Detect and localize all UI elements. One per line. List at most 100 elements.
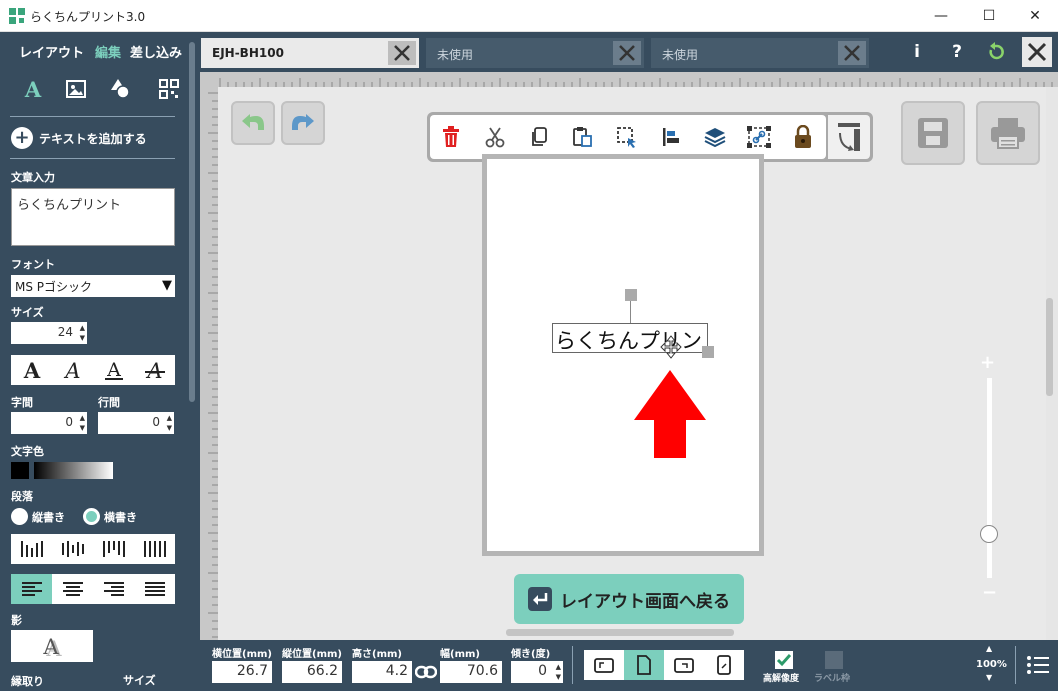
close-tab-icon[interactable] — [838, 41, 866, 65]
delete-icon[interactable] — [435, 121, 467, 153]
text-color-swatch[interactable] — [11, 462, 29, 479]
strikethrough-button[interactable]: A — [134, 355, 175, 385]
label-frame-checkbox[interactable] — [825, 651, 843, 669]
maximize-button[interactable]: ☐ — [966, 0, 1012, 32]
exit-arrow-icon[interactable] — [984, 40, 1010, 64]
horizontal-scrollbar[interactable] — [506, 629, 734, 636]
text-icon[interactable]: A — [18, 74, 48, 104]
return-arrow-icon — [528, 587, 552, 611]
save-button[interactable] — [901, 101, 965, 165]
text-input[interactable]: らくちんプリント — [11, 188, 175, 246]
tab-unused-1[interactable]: 未使用 — [426, 38, 644, 68]
tab-layout[interactable]: レイアウト — [19, 42, 84, 61]
zoom-in-icon[interactable]: + — [980, 352, 995, 373]
close-tab-icon[interactable] — [613, 41, 641, 65]
char-spacing-stepper[interactable]: 0 ▲ ▼ — [11, 412, 87, 434]
lock-icon[interactable] — [787, 121, 819, 153]
line-spacing-label: 行間 — [98, 396, 120, 409]
label-paper[interactable] — [482, 154, 764, 556]
align-right-bars-icon[interactable] — [93, 534, 134, 564]
zoom-slider-track[interactable] — [987, 378, 992, 578]
rotate-right-icon[interactable] — [664, 650, 704, 680]
align-justify-icon[interactable] — [134, 574, 175, 604]
horizontal-label: 横書き — [104, 510, 137, 524]
radio-vertical[interactable]: 縦書き — [11, 508, 65, 525]
stepper-arrows-icon[interactable]: ▲ ▼ — [556, 662, 561, 682]
align-object-icon[interactable] — [655, 121, 687, 153]
zoom-out-icon[interactable]: − — [982, 582, 997, 603]
font-select[interactable]: MS Pゴシック ▼ — [11, 275, 175, 297]
qrcode-icon[interactable] — [154, 74, 184, 104]
info-icon[interactable]: i — [904, 40, 930, 64]
vertical-scrollbar[interactable] — [1046, 298, 1053, 396]
radio-horizontal[interactable]: 横書き — [83, 508, 137, 525]
tab-edit[interactable]: 編集 — [95, 42, 121, 61]
back-to-layout-button[interactable]: レイアウト画面へ戻る — [514, 574, 744, 624]
orientation-buttons — [584, 650, 744, 680]
angle-stepper[interactable]: 0 ▲ ▼ — [511, 661, 563, 683]
tab-merge[interactable]: 差し込み — [130, 42, 182, 61]
dropdown-arrow-icon: ▼ — [162, 278, 172, 293]
resize-handle[interactable] — [702, 346, 714, 358]
size-value: 24 — [57, 325, 73, 339]
line-spacing-stepper[interactable]: 0 ▲ ▼ — [98, 412, 174, 434]
bold-button[interactable]: A — [11, 355, 52, 385]
size-stepper[interactable]: 24 ▲ ▼ — [11, 322, 87, 344]
menu-list-icon[interactable] — [1026, 654, 1050, 676]
rotation-handle[interactable] — [625, 289, 637, 301]
aspect-link-icon[interactable] — [415, 665, 437, 679]
color-gradient-picker[interactable] — [34, 462, 113, 479]
italic-button[interactable]: A — [52, 355, 93, 385]
stepper-arrows-icon[interactable]: ▲ ▼ — [80, 413, 85, 433]
scissors-icon[interactable] — [479, 121, 511, 153]
x-position-field[interactable]: 26.7 — [212, 661, 272, 683]
add-text-button[interactable]: + テキストを追加する — [11, 127, 147, 149]
underline-button[interactable]: A — [93, 355, 134, 385]
zoom-down-arrow-icon[interactable]: ▼ — [986, 673, 992, 682]
select-area-icon[interactable] — [611, 121, 643, 153]
portrait-icon[interactable] — [624, 650, 664, 680]
panel-divider — [10, 158, 175, 159]
copy-icon[interactable] — [523, 121, 555, 153]
hires-checkbox[interactable] — [774, 650, 794, 670]
shape-icon[interactable] — [106, 74, 136, 104]
tab-unused-2[interactable]: 未使用 — [651, 38, 869, 68]
justify-bars-icon[interactable] — [134, 534, 175, 564]
group-link-icon[interactable] — [743, 121, 775, 153]
angle-label: 傾き(度) — [511, 649, 551, 660]
text-object[interactable]: らくちんプリント — [552, 323, 708, 353]
image-icon[interactable] — [61, 74, 91, 104]
move-cursor-icon — [660, 335, 682, 359]
zoom-slider-knob[interactable] — [980, 525, 998, 543]
close-tab-icon[interactable] — [388, 41, 416, 65]
print-button[interactable] — [976, 101, 1040, 165]
close-app-icon[interactable] — [1022, 37, 1052, 67]
width-field[interactable]: 70.6 — [440, 661, 502, 683]
align-center-icon[interactable] — [52, 574, 93, 604]
shadow-label: 影 — [11, 614, 22, 627]
paste-icon[interactable] — [567, 121, 599, 153]
zoom-up-arrow-icon[interactable]: ▲ — [986, 644, 992, 653]
style-glyph-text: A — [145, 359, 162, 381]
tab-ejh-bh100[interactable]: EJH-BH100 — [201, 38, 419, 68]
align-right-icon[interactable] — [93, 574, 134, 604]
help-icon[interactable]: ? — [944, 40, 970, 64]
rotate-left-icon[interactable] — [584, 650, 624, 680]
zoom-percentage[interactable]: 100% — [976, 659, 1007, 670]
close-window-button[interactable]: ✕ — [1012, 0, 1058, 32]
left-panel-scrollbar[interactable] — [189, 42, 195, 402]
rotate-180-icon[interactable] — [704, 650, 744, 680]
align-center-bars-icon[interactable] — [52, 534, 93, 564]
stepper-arrows-icon[interactable]: ▲ ▼ — [167, 413, 172, 433]
align-left-bars-icon[interactable] — [11, 534, 52, 564]
align-left-icon[interactable] — [11, 574, 52, 604]
shadow-preview[interactable]: AA — [11, 630, 93, 662]
minimize-button[interactable]: — — [918, 0, 964, 32]
layers-icon[interactable] — [699, 121, 731, 153]
height-field[interactable]: 4.2 — [352, 661, 412, 683]
undo-button[interactable] — [231, 101, 275, 145]
y-position-field[interactable]: 66.2 — [282, 661, 342, 683]
stepper-arrows-icon[interactable]: ▲ ▼ — [80, 323, 85, 343]
rotate-object-icon[interactable] — [828, 115, 870, 159]
redo-button[interactable] — [281, 101, 325, 145]
